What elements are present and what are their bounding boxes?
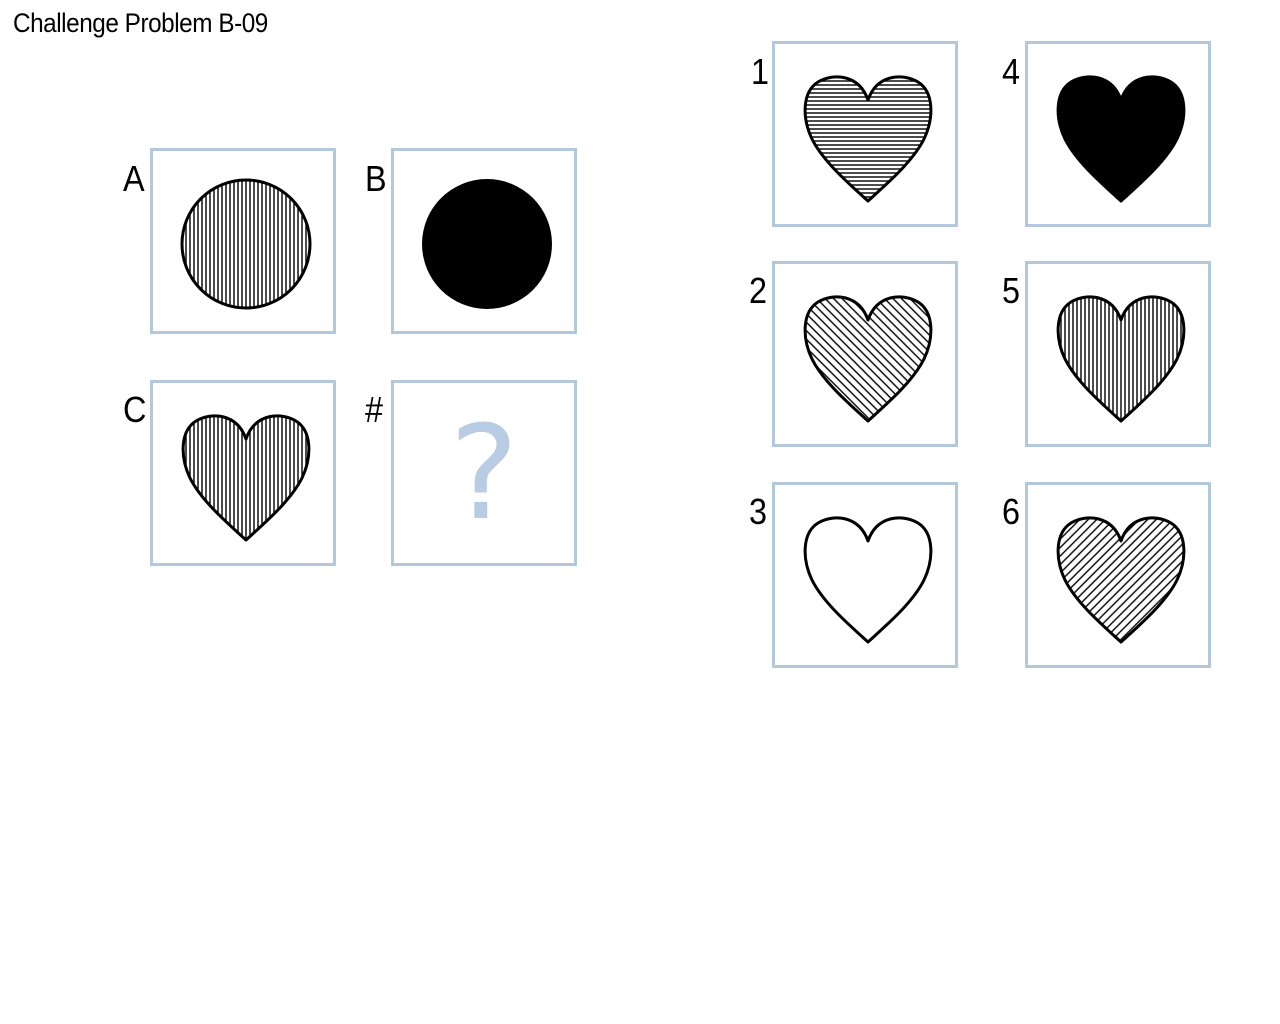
- option-3[interactable]: [772, 482, 958, 668]
- matrix-cell-c: [150, 380, 336, 566]
- matrix-cell-answer[interactable]: ?: [391, 380, 577, 566]
- diagonal-down-striped-heart-figure: [803, 295, 933, 423]
- option-1[interactable]: [772, 41, 958, 227]
- option-2[interactable]: [772, 261, 958, 447]
- matrix-cell-b: [391, 148, 577, 334]
- option-4[interactable]: [1025, 41, 1211, 227]
- option-label-3: 3: [749, 491, 768, 532]
- solid-circle-figure: [422, 179, 552, 309]
- matrix-label-answer: #: [365, 389, 384, 430]
- option-6[interactable]: [1025, 482, 1211, 668]
- matrix-label-a: A: [123, 158, 145, 199]
- diagonal-up-striped-heart-figure: [1056, 516, 1186, 644]
- option-label-4: 4: [1002, 51, 1021, 92]
- striped-heart-figure: [181, 414, 311, 542]
- matrix-cell-a: [150, 148, 336, 334]
- option-label-1: 1: [751, 51, 770, 92]
- empty-heart-figure: [803, 516, 933, 644]
- vertical-striped-heart-figure: [1056, 295, 1186, 423]
- option-5[interactable]: [1025, 261, 1211, 447]
- page-title: Challenge Problem B-09: [13, 8, 268, 38]
- striped-circle-figure: [180, 178, 312, 310]
- matrix-label-c: C: [123, 389, 147, 430]
- matrix-label-b: B: [365, 158, 387, 199]
- option-label-6: 6: [1002, 491, 1021, 532]
- option-label-5: 5: [1002, 270, 1021, 311]
- option-label-2: 2: [749, 270, 768, 311]
- question-mark: ?: [449, 397, 519, 549]
- solid-heart-figure: [1056, 75, 1186, 203]
- horizontal-striped-heart-figure: [803, 75, 933, 203]
